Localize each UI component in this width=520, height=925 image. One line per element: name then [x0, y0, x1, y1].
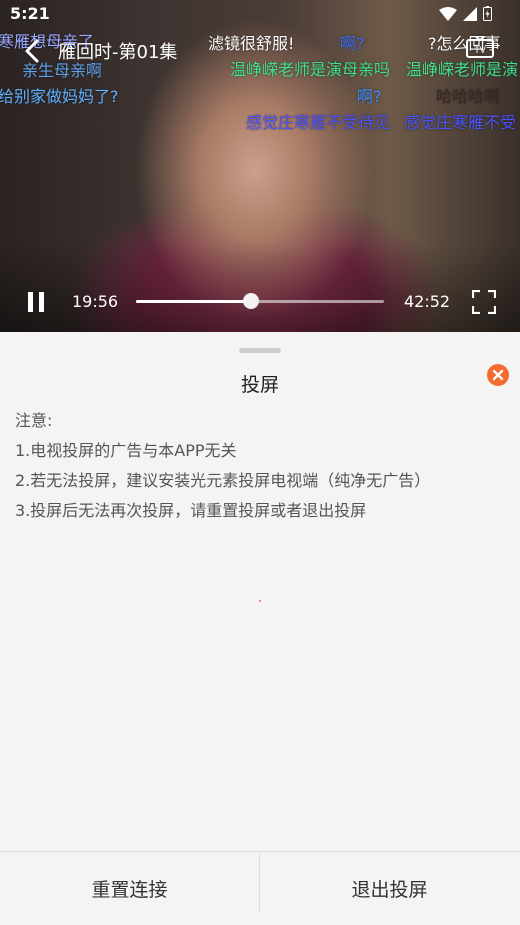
video-title: 雁回时-第01集 [58, 42, 178, 63]
notice-item: 3.投屏后无法再次投屏，请重置投屏或者退出投屏 [15, 501, 367, 520]
current-time: 19:56 [72, 292, 119, 311]
video-player[interactable]: 5:21 寒雁想母亲了 滤镜很舒服! 啊? ?怎么回事 亲生母亲啊 温峥嵘老师是… [0, 0, 520, 332]
cast-sheet: 投屏 注意: 1.电视投屏的广告与本APP无关 2.若无法投屏，建议安装光元素投… [0, 334, 520, 925]
close-button[interactable] [487, 364, 509, 386]
tv-cast-icon[interactable]: TV [466, 36, 494, 62]
cast-notice: 注意: 1.电视投屏的广告与本APP无关 2.若无法投屏，建议安装光元素投屏电视… [15, 406, 430, 526]
status-bar: 5:21 [0, 0, 520, 28]
loading-indicator [259, 600, 261, 602]
danmaku-comment: 啊? [357, 87, 382, 106]
exit-cast-button[interactable]: 退出投屏 [260, 852, 519, 925]
progress-fill [136, 300, 252, 303]
sheet-title: 投屏 [240, 374, 279, 396]
total-time: 42:52 [404, 292, 451, 311]
notice-heading: 注意: [15, 411, 53, 430]
drag-handle[interactable] [239, 348, 281, 353]
tv-icon-text: TV [474, 45, 486, 55]
sheet-footer: 重置连接 退出投屏 [0, 851, 520, 925]
notice-item: 2.若无法投屏，建议安装光元素投屏电视端（纯净无广告） [15, 471, 431, 490]
danmaku-comment: 给别家做妈妈了? [0, 87, 119, 106]
signal-icon [463, 6, 477, 21]
danmaku-comment: 感觉庄寒雁不受待见 [246, 113, 391, 132]
player-controls: 19:56 42:52 [0, 282, 520, 322]
status-icons [439, 6, 492, 21]
progress-thumb[interactable] [243, 293, 260, 309]
player-top-bar: 雁回时-第01集 TV [0, 36, 520, 66]
fullscreen-icon[interactable] [472, 290, 496, 314]
notice-item: 1.电视投屏的广告与本APP无关 [15, 441, 237, 460]
danmaku-comment: 感觉庄寒雁不受 [404, 113, 517, 132]
danmaku-comment: 哈哈哈啊 [436, 87, 501, 106]
reset-connection-button[interactable]: 重置连接 [0, 852, 259, 925]
status-time: 5:21 [10, 4, 50, 23]
wifi-icon [439, 6, 457, 21]
pause-icon[interactable] [26, 290, 46, 314]
close-icon [492, 369, 504, 381]
back-arrow-icon[interactable] [20, 38, 46, 64]
progress-bar[interactable] [136, 293, 384, 309]
battery-icon [483, 6, 492, 21]
